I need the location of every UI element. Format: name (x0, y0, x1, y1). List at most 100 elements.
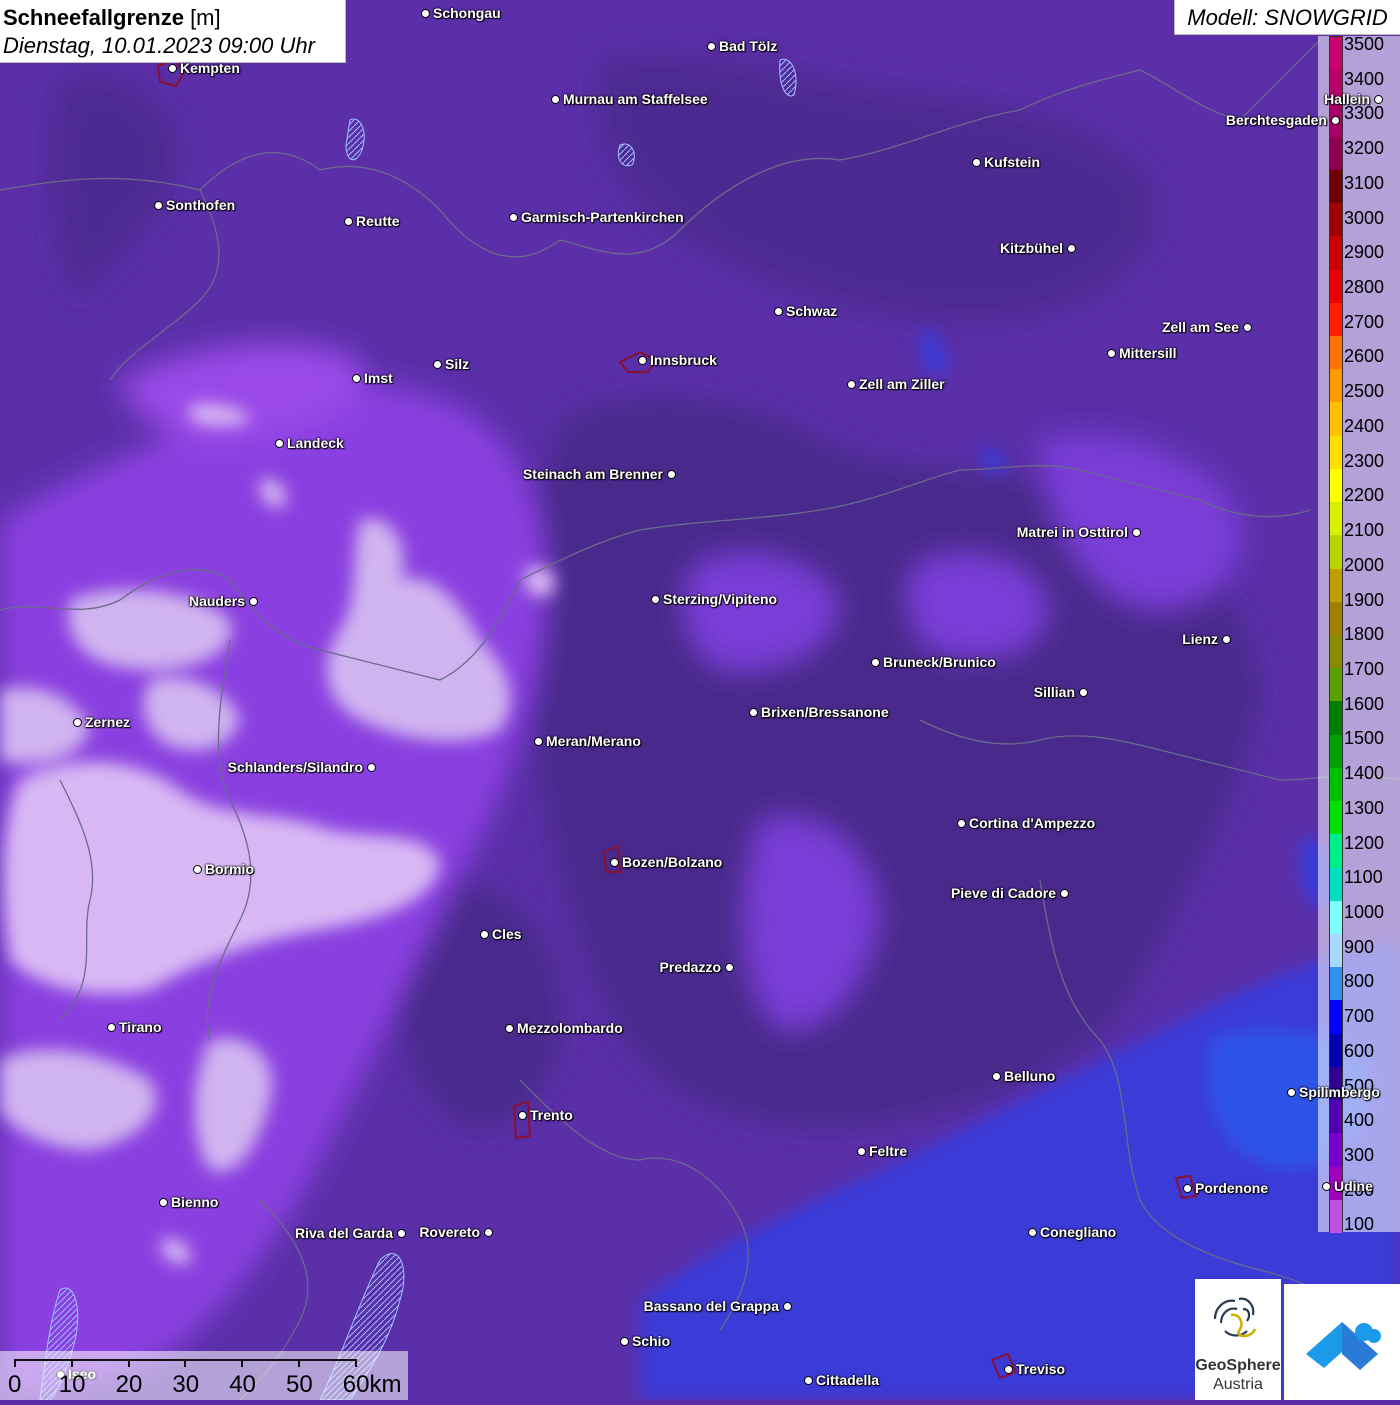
scale-label: 20 (115, 1371, 143, 1398)
legend-label: 400 (1344, 1110, 1375, 1131)
city-marker (871, 658, 880, 667)
city-label: Zell am See (1161, 319, 1239, 335)
legend-label: 2000 (1344, 554, 1385, 575)
app-cloud-icon (1306, 1322, 1381, 1370)
city-marker (1243, 323, 1252, 332)
city-marker (707, 42, 716, 51)
legend-label: 2300 (1344, 450, 1385, 471)
city-label: Riva del Garda (294, 1225, 393, 1241)
legend-label: 2200 (1344, 485, 1385, 506)
legend-band (1330, 635, 1342, 669)
city-marker (749, 708, 758, 717)
legend-band (1330, 934, 1342, 968)
legend-band (1330, 402, 1342, 437)
city-label: Feltre (869, 1143, 908, 1159)
city-marker (421, 9, 430, 18)
city-marker (1060, 889, 1069, 898)
city-label: Mezzolombardo (517, 1020, 623, 1036)
legend-band (1330, 767, 1342, 802)
scale-tick (184, 1359, 187, 1367)
legend-band (1330, 1000, 1342, 1035)
city-marker (107, 1023, 116, 1032)
city-marker (667, 470, 676, 479)
city-label: Sillian (1033, 684, 1075, 700)
logo-sub: Austria (1213, 1376, 1263, 1393)
city-marker (534, 737, 543, 746)
city-label: Bozen/Bolzano (622, 854, 723, 870)
legend-label: 1800 (1344, 624, 1385, 645)
legend-band (1330, 236, 1342, 271)
map-datetime: Dienstag, 10.01.2023 09:00 Uhr (3, 33, 315, 58)
legend-label: 1100 (1344, 867, 1383, 888)
logo-name: GeoSphere (1195, 1357, 1281, 1374)
legend-label: 1200 (1344, 832, 1385, 853)
map-title: Schneefallgrenze [m] (3, 4, 345, 32)
city-marker (992, 1072, 1001, 1081)
city-label: Sterzing/Vipiteno (663, 591, 778, 607)
legend-band (1330, 1199, 1342, 1234)
city-marker (1322, 1182, 1331, 1191)
city-marker (433, 360, 442, 369)
city-label: Berchtesgaden (1225, 112, 1327, 128)
city-label: Reutte (356, 213, 400, 229)
city-marker (725, 963, 734, 972)
city-marker (367, 763, 376, 772)
city-marker (1374, 95, 1383, 104)
legend-label: 1600 (1344, 693, 1385, 714)
city-label: Meran/Merano (546, 733, 641, 749)
city-marker (275, 439, 284, 448)
title-unit: [m] (183, 5, 221, 30)
city-label: Bormio (205, 861, 254, 877)
city-marker (957, 819, 966, 828)
scale-tick (14, 1359, 16, 1367)
city-marker (1079, 688, 1088, 697)
city-label: Nauders (188, 593, 245, 609)
model-label: Modell: SNOWGRID (1174, 0, 1400, 35)
legend-label: 3000 (1344, 207, 1385, 228)
city-marker (397, 1229, 406, 1238)
city-label: Treviso (1016, 1361, 1066, 1377)
city-label: Kempten (180, 60, 240, 76)
city-marker (1222, 635, 1231, 644)
city-label: Cittadella (816, 1372, 880, 1388)
city-label: Kitzbühel (1000, 240, 1063, 256)
city-label: Schwaz (786, 303, 838, 319)
city-label: Brixen/Bressanone (761, 704, 889, 720)
legend-label: 1000 (1344, 902, 1385, 922)
city-marker (783, 1302, 792, 1311)
legend-label: 700 (1344, 1006, 1375, 1027)
legend-label: 1500 (1344, 728, 1385, 749)
app-logo (1284, 1284, 1400, 1400)
city-marker (484, 1228, 493, 1237)
legend-label: 900 (1344, 936, 1375, 957)
city-marker (638, 356, 647, 365)
legend-band (1330, 136, 1342, 171)
city-label: Trento (530, 1107, 573, 1123)
city-label: Spilimbergo (1299, 1084, 1380, 1100)
legend-band (1330, 302, 1342, 337)
scale-tick (354, 1359, 357, 1367)
city-label: Cles (492, 926, 522, 942)
city-marker (193, 865, 202, 874)
city-marker (518, 1111, 527, 1120)
legend-band (1330, 203, 1342, 237)
city-label: Predazzo (659, 959, 721, 975)
city-label: Zernez (85, 714, 131, 730)
legend-band (1330, 900, 1342, 935)
title-variable: Schneefallgrenze (3, 5, 184, 30)
scale-label: 50 (286, 1371, 313, 1398)
city-label: Lienz (1182, 631, 1218, 647)
city-label: Rovereto (419, 1224, 480, 1240)
scale-label: 60km (342, 1371, 402, 1398)
legend-band (1330, 568, 1342, 603)
city-marker (1028, 1228, 1037, 1237)
city-marker (857, 1147, 866, 1156)
city-label: Zell am Ziller (859, 376, 945, 392)
city-label: Murnau am Staffelsee (563, 91, 708, 107)
legend-band (1330, 867, 1342, 902)
city-label: Bassano del Grappa (643, 1298, 779, 1314)
city-label: Matrei in Osttirol (1016, 524, 1128, 540)
legend-label: 100 (1344, 1214, 1375, 1235)
city-marker (972, 158, 981, 167)
city-marker (154, 201, 163, 210)
